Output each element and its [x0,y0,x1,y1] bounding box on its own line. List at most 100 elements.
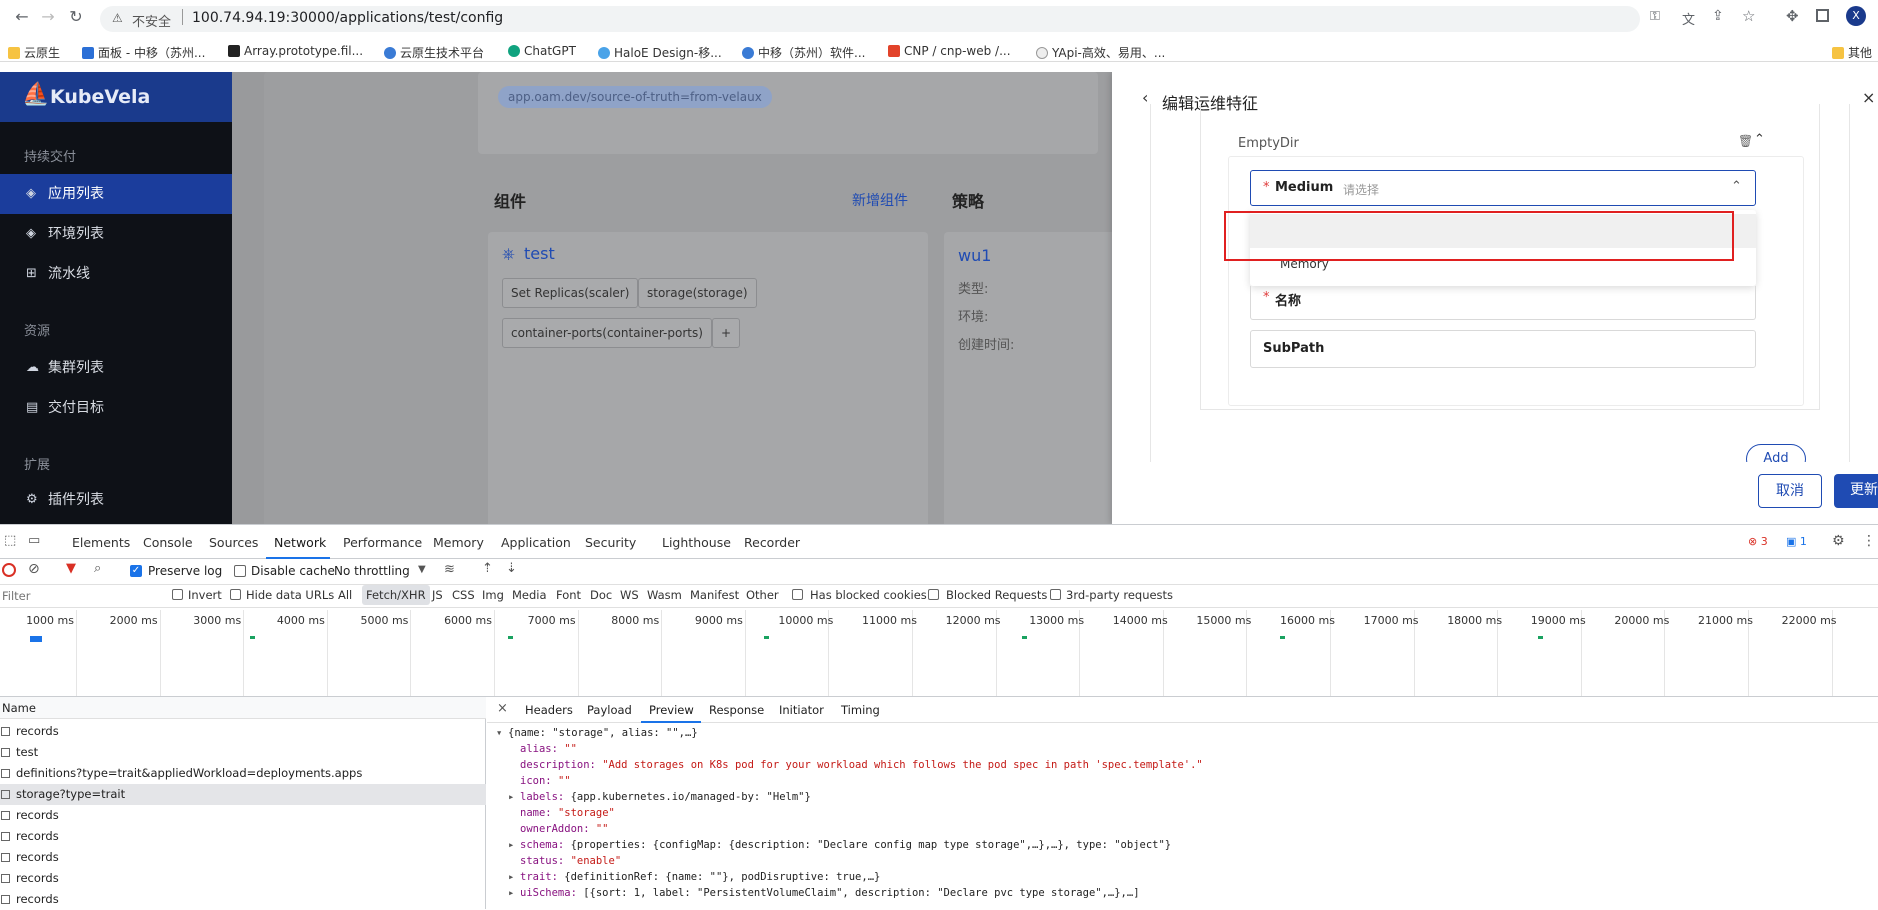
request-row[interactable]: records [0,889,486,910]
preview-line[interactable]: ▸ labels: {app.kubernetes.io/managed-by: … [508,791,811,803]
chevron-up-icon[interactable]: ⌃ [1731,179,1742,194]
sidebar-item-addons[interactable]: ⚙ 插件列表 [0,480,232,520]
preserve-log-checkbox[interactable]: ✓ [130,565,142,577]
filter-js[interactable]: JS [432,588,443,602]
close-icon[interactable]: × [497,701,508,716]
search-icon[interactable]: ⌕ [94,561,101,576]
preview-line[interactable]: ▸ uiSchema: [{sort: 1, label: "Persistent… [508,887,1140,899]
translate-icon[interactable]: 文 [1682,9,1695,28]
blocked-cookies-checkbox[interactable] [792,589,803,600]
record-icon[interactable] [2,563,16,577]
filter-ws[interactable]: WS [620,588,639,602]
devtools-tab[interactable]: Recorder [744,535,800,550]
upload-icon[interactable]: ⇡ [482,561,493,576]
request-row[interactable]: records [0,805,486,826]
sidebar-item-targets[interactable]: ▤ 交付目标 [0,388,232,428]
star-icon[interactable]: ☆ [1742,7,1755,25]
bookmark[interactable]: YApi-高效、易用、... [1036,44,1165,61]
bookmark[interactable]: CNP / cnp-web /... [888,44,1011,58]
component-card[interactable]: ⎈ test Set Replicas(scaler) storage(stor… [488,232,928,524]
request-row[interactable]: records [0,847,486,868]
detail-tab[interactable]: Timing [841,703,880,717]
request-row[interactable]: records [0,868,486,889]
avatar[interactable]: X [1846,6,1866,26]
filter-other[interactable]: Other [746,588,779,602]
name-field[interactable]: * 名称 [1250,286,1756,320]
devtools-tab[interactable]: Security [585,535,636,550]
devtools-tab[interactable]: Memory [433,535,484,550]
add-component-link[interactable]: 新增组件 [852,190,908,210]
filter-manifest[interactable]: Manifest [690,588,739,602]
disable-cache-checkbox[interactable] [234,565,246,577]
filter-font[interactable]: Font [556,588,581,602]
devtools-tab[interactable]: Performance [343,535,422,550]
trait-chip[interactable]: Set Replicas(scaler) [502,278,639,308]
name-header[interactable]: Name [0,697,486,719]
detail-tab[interactable]: Initiator [779,703,824,717]
blocked-requests-checkbox[interactable] [928,589,939,600]
back-arrow-icon[interactable]: ‹ [1142,88,1148,107]
more-icon[interactable]: ⋮ [1862,533,1876,549]
close-icon[interactable]: × [1862,88,1875,107]
filter-media[interactable]: Media [512,588,547,602]
clear-icon[interactable]: ⊘ [28,561,40,577]
trait-chip[interactable]: storage(storage) [638,278,757,308]
throttling-select[interactable]: No throttling [334,564,410,578]
filter-doc[interactable]: Doc [590,588,612,602]
policy-name[interactable]: wu1 [958,246,991,265]
device-icon[interactable]: ▭ [28,533,40,548]
wifi-icon[interactable]: ≋ [444,562,455,577]
bookmark[interactable]: 云原生 [8,44,60,61]
sidebar-item-clusters[interactable]: ☁ 集群列表 [0,348,232,388]
trash-icon[interactable]: 🗑 [1738,134,1753,148]
key-icon[interactable]: ⚿ [1650,9,1660,24]
detail-tab[interactable]: Payload [587,703,632,717]
cancel-button[interactable]: 取消 [1758,474,1822,508]
devtools-tab[interactable]: Application [501,535,571,550]
bookmark[interactable]: 云原生技术平台 [384,44,484,61]
detail-tab[interactable]: Response [709,703,764,717]
devtools-tab[interactable]: Elements [72,535,130,550]
back-icon[interactable]: ← [12,7,32,26]
forward-icon[interactable]: → [38,7,58,26]
hide-data-urls-checkbox[interactable] [230,589,241,600]
subpath-field[interactable]: SubPath [1250,330,1756,368]
sidebar-item-applications[interactable]: ◈ 应用列表 [0,174,232,214]
download-icon[interactable]: ⇣ [506,561,517,576]
settings-icon[interactable]: ⚙ [1832,533,1845,549]
extensions-icon[interactable]: ✥ [1786,7,1799,25]
message-badge[interactable]: ▣ 1 [1786,535,1807,548]
sidepanel-icon[interactable] [1816,9,1829,22]
third-party-checkbox[interactable] [1050,589,1061,600]
bookmark-other[interactable]: 其他 [1832,44,1872,61]
filter-fetch-xhr[interactable]: Fetch/XHR [362,585,430,605]
request-row-selected[interactable]: storage?type=trait [0,784,486,805]
bookmark[interactable]: HaloE Design-移... [598,44,722,61]
filter-input[interactable] [0,585,160,607]
bookmark[interactable]: 面板 - 中移（苏州... [82,44,205,61]
url-text[interactable]: 100.74.94.19:30000/applications/test/con… [192,10,503,26]
error-badge[interactable]: ⊗ 3 [1748,535,1768,548]
inspect-icon[interactable]: ⬚ [4,533,16,548]
preview-line[interactable]: ▸ schema: {properties: {configMap: {descr… [508,839,1171,851]
sidebar-item-pipelines[interactable]: ⊞ 流水线 [0,254,232,294]
devtools-tab[interactable]: Sources [209,535,258,550]
reload-icon[interactable]: ↻ [66,7,86,26]
preview-line[interactable]: ▸ trait: {definitionRef: {name: ""}, podD… [508,871,880,883]
update-button[interactable]: 更新 [1834,474,1878,508]
bookmark[interactable]: 中移（苏州）软件... [742,44,865,61]
detail-tab[interactable]: Headers [525,703,573,717]
filter-all[interactable]: All [338,588,352,602]
address-bar[interactable]: ⚠ 不安全 100.74.94.19:30000/applications/te… [100,6,1640,32]
filter-wasm[interactable]: Wasm [647,588,682,602]
request-row[interactable]: records [0,826,486,847]
filter-icon[interactable]: ▼ [66,561,76,576]
trait-chip[interactable]: container-ports(container-ports) [502,318,712,348]
sidebar-item-environments[interactable]: ◈ 环境列表 [0,214,232,254]
devtools-tab[interactable]: Lighthouse [662,535,731,550]
bookmark[interactable]: ChatGPT [508,44,576,58]
preview-root[interactable]: ▾ {name: "storage", alias: "",…} [496,727,698,739]
bookmark[interactable]: Array.prototype.fil... [228,44,363,58]
filter-img[interactable]: Img [482,588,504,602]
chevron-up-icon[interactable]: ⌃ [1754,132,1765,147]
